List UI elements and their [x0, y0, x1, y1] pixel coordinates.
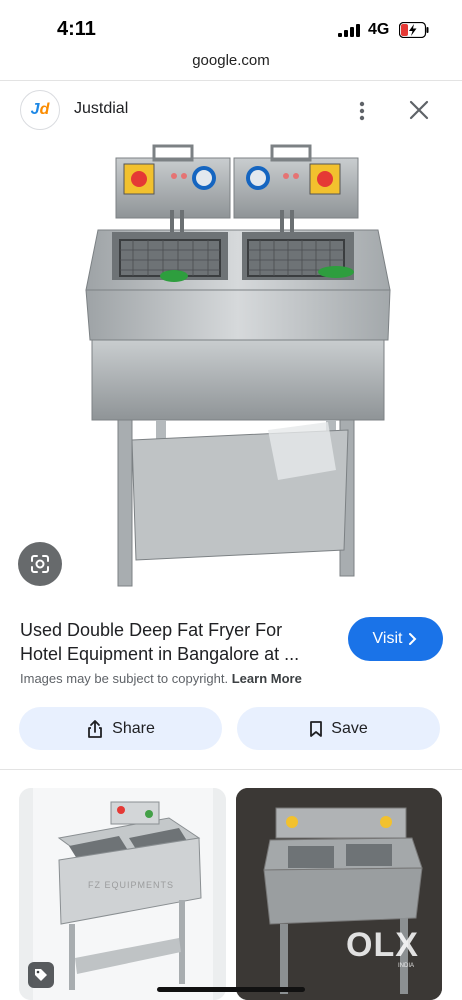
network-type: 4G: [368, 21, 390, 38]
olx-watermark-sub: INDIA: [398, 963, 415, 969]
learn-more-link[interactable]: Learn More: [232, 671, 302, 686]
url-text: google.com: [192, 52, 270, 69]
logo-letter-d: d: [39, 101, 50, 118]
save-label: Save: [331, 719, 368, 737]
copyright-text: Images may be subject to copyright.: [20, 671, 229, 686]
divider: [0, 769, 462, 770]
justdial-logo[interactable]: Jd: [20, 90, 60, 130]
divider: [0, 80, 462, 81]
share-icon: [88, 719, 103, 738]
status-bar: 4:11 4G: [0, 0, 462, 52]
chevron-right-icon: [409, 633, 417, 645]
home-indicator[interactable]: [157, 987, 305, 992]
share-button[interactable]: Share: [19, 707, 222, 750]
copyright-notice: Images may be subject to copyright. Lear…: [20, 671, 302, 686]
status-time: 4:11: [57, 18, 96, 40]
tag-badge[interactable]: [28, 962, 54, 988]
more-vert-icon[interactable]: [354, 99, 370, 123]
result-title-line1: Used Double Deep Fat Fryer For: [20, 620, 283, 640]
share-label: Share: [112, 719, 155, 737]
logo-letter-j: J: [30, 101, 40, 118]
address-bar[interactable]: google.com: [0, 52, 462, 80]
lens-button[interactable]: [18, 542, 62, 586]
source-name[interactable]: Justdial: [74, 100, 128, 118]
olx-watermark: OLX: [346, 926, 419, 964]
lens-icon: [31, 555, 49, 573]
signal-icon: [338, 24, 360, 37]
close-icon[interactable]: [408, 99, 430, 121]
product-image[interactable]: [78, 140, 396, 595]
save-button[interactable]: Save: [237, 707, 440, 750]
battery-charging-icon: [399, 22, 429, 38]
tag-icon: [35, 969, 47, 981]
result-title[interactable]: Used Double Deep Fat Fryer For Hotel Equ…: [20, 618, 338, 666]
result-title-line2: Hotel Equipment in Bangalore at ...: [20, 644, 300, 664]
bookmark-icon: [310, 720, 323, 737]
visit-button[interactable]: Visit: [348, 617, 443, 661]
visit-label: Visit: [372, 630, 403, 647]
card-watermark: FZ EQUIPMENTS: [88, 880, 175, 890]
